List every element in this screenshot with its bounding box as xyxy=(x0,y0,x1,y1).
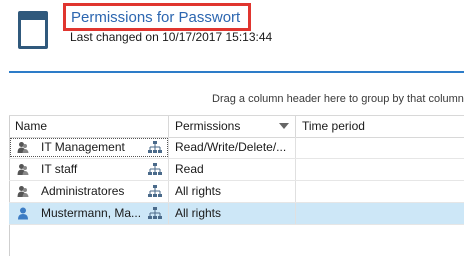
cell-time-period xyxy=(296,181,464,202)
group-by-hint: Drag a column header here to group by th… xyxy=(212,93,464,105)
group-by-panel[interactable]: Drag a column header here to group by th… xyxy=(9,73,464,116)
column-header-permissions[interactable]: Permissions xyxy=(169,116,296,137)
document-icon xyxy=(18,11,48,49)
cell-permissions: Read/Write/Delete/... xyxy=(169,137,296,158)
table-row[interactable]: IT staff Read xyxy=(9,159,464,181)
hierarchy-icon[interactable] xyxy=(148,163,162,176)
page-title: Permissions for Passwort xyxy=(71,9,241,26)
column-header-time-period[interactable]: Time period xyxy=(296,116,464,137)
cell-time-period xyxy=(296,159,464,180)
cell-name: Mustermann, Ma... xyxy=(9,203,169,224)
column-header-name[interactable]: Name xyxy=(9,116,169,137)
column-header-permissions-label: Permissions xyxy=(175,119,241,133)
hierarchy-icon[interactable] xyxy=(148,207,162,220)
cell-permissions: All rights xyxy=(169,203,296,224)
cell-permissions: All rights xyxy=(169,181,296,202)
cell-name: IT Management xyxy=(9,137,169,158)
filter-dropdown-icon[interactable] xyxy=(279,123,289,129)
last-changed-text: Last changed on 10/17/2017 15:13:44 xyxy=(70,30,273,44)
cell-name: IT staff xyxy=(9,159,169,180)
title-highlight: Permissions for Passwort xyxy=(63,3,251,31)
table-row[interactable]: Administratores All rights xyxy=(9,181,464,203)
table-row[interactable]: IT Management Read/Write/Delete/... xyxy=(9,137,464,159)
cell-time-period xyxy=(296,203,464,224)
cell-name: Administratores xyxy=(9,181,169,202)
table-row[interactable]: Mustermann, Ma... All rights xyxy=(9,203,464,225)
grid-rows: IT Management Read/Write/Delete/... IT s… xyxy=(9,137,464,225)
permissions-header: Permissions for Passwort Last changed on… xyxy=(0,0,464,70)
hierarchy-icon[interactable] xyxy=(148,185,162,198)
hierarchy-icon[interactable] xyxy=(148,141,162,154)
column-header-row: Name Permissions Time period xyxy=(9,116,464,138)
cell-permissions: Read xyxy=(169,159,296,180)
cell-time-period xyxy=(296,137,464,158)
